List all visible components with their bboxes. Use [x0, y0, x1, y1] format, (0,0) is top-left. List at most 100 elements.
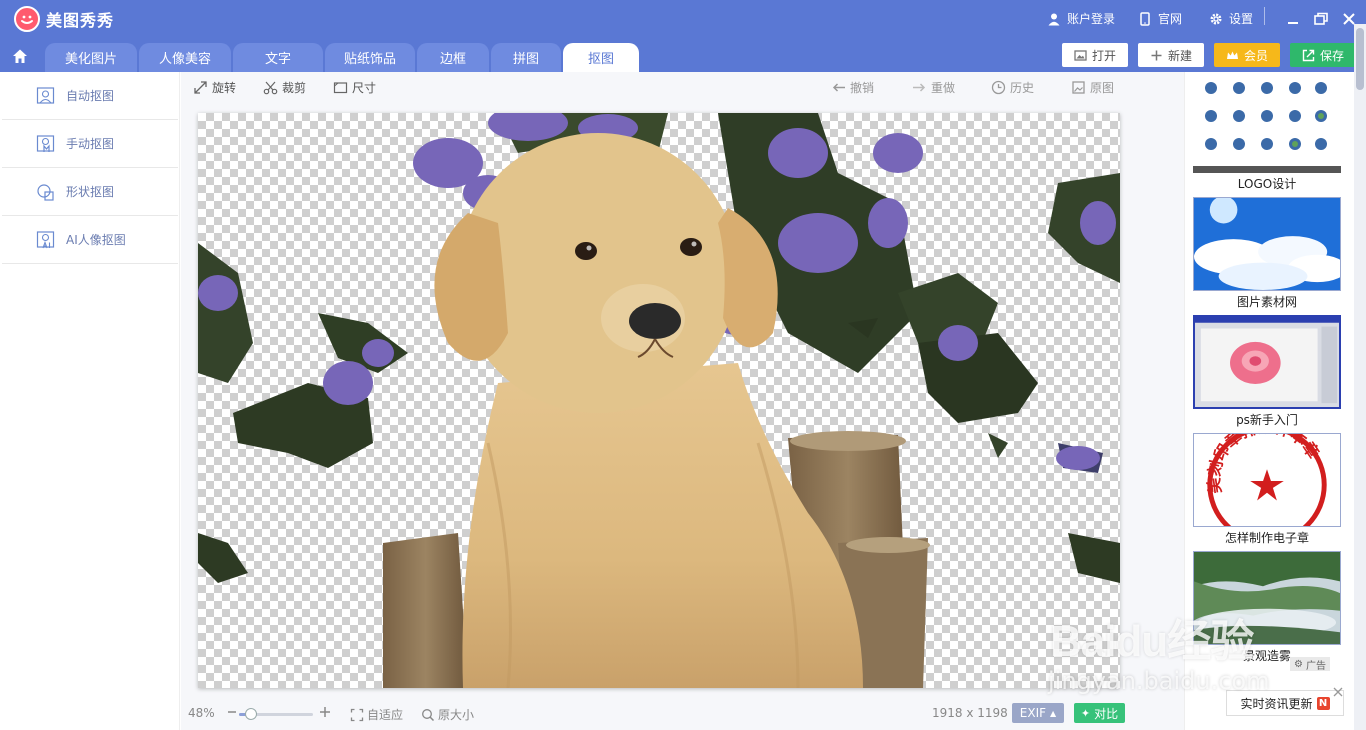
fit-label: 自适应	[367, 708, 404, 722]
restore-icon	[1314, 12, 1328, 25]
logo-grid-image	[1193, 76, 1341, 173]
zoom-slider[interactable]	[239, 708, 313, 720]
account-login-label: 账户登录	[1067, 12, 1116, 26]
minimize-button[interactable]	[1282, 8, 1304, 30]
actual-size-button[interactable]: 原大小	[421, 706, 474, 723]
title-bar: 美图秀秀 账户登录 官网 设置	[0, 0, 1366, 40]
rotate-icon	[194, 81, 207, 94]
caret-up-icon: ▲	[1050, 708, 1057, 718]
undo-label: 撤销	[850, 81, 875, 95]
cutout-image-canvas[interactable]	[198, 113, 1120, 688]
toast-close-button[interactable]	[1332, 686, 1344, 698]
app-title: 美图秀秀	[46, 11, 115, 30]
ad-gear-icon: ⚙	[1294, 658, 1303, 670]
tab-collage[interactable]: 拼图	[491, 43, 561, 72]
history-label: 历史	[1010, 81, 1035, 95]
size-label: 尺寸	[352, 81, 377, 95]
clock-icon	[991, 80, 1006, 95]
scrollbar-thumb[interactable]	[1356, 28, 1364, 90]
promo-label: 怎样制作电子章	[1224, 531, 1309, 545]
manual-cutout-label: 手动抠图	[66, 137, 115, 151]
tab-cutout[interactable]: 抠图	[563, 43, 639, 72]
shape-cutout-item[interactable]: 形状抠图	[2, 168, 178, 216]
export-icon	[1302, 49, 1315, 61]
zoom-slider-thumb[interactable]	[244, 708, 257, 720]
compare-button[interactable]: ✦ 对比	[1074, 703, 1125, 723]
redo-button[interactable]: 重做	[912, 79, 955, 96]
maximize-button[interactable]	[1310, 8, 1332, 30]
cutout-mode-panel: 自动抠图 手动抠图 形状抠图 AI人像抠图	[0, 72, 180, 730]
home-tab[interactable]	[0, 40, 40, 72]
promo-image-materials[interactable]: 图片素材网	[1193, 197, 1341, 310]
official-site-label: 官网	[1158, 12, 1183, 26]
tab-text[interactable]: 文字	[233, 43, 323, 72]
crop-button[interactable]: 裁剪	[263, 79, 306, 96]
canvas-area	[181, 104, 1184, 700]
promo-fog-landscape[interactable]: 景观造雾	[1193, 551, 1341, 664]
status-bar: 48% 自适应 原大小 1918 x 1198 EXIF ▲ ✦ 对比	[181, 700, 1184, 730]
minimize-icon	[1288, 22, 1298, 24]
ad-label: 广告	[1305, 660, 1326, 672]
exif-button[interactable]: EXIF ▲	[1012, 703, 1064, 723]
new-badge: N	[1316, 696, 1330, 710]
window-scrollbar[interactable]	[1354, 24, 1366, 730]
manual-cutout-item[interactable]: 手动抠图	[2, 120, 178, 168]
ad-badge[interactable]: ⚙ 广告	[1290, 657, 1330, 672]
original-button[interactable]: 原图	[1071, 79, 1114, 96]
exif-label: EXIF	[1019, 706, 1047, 720]
fit-screen-icon	[350, 708, 364, 721]
minus-icon	[228, 711, 236, 713]
vip-label: 会员	[1243, 48, 1268, 63]
ai-portrait-cutout-item[interactable]: AI人像抠图	[2, 216, 178, 264]
tab-stickers[interactable]: 贴纸饰品	[325, 43, 415, 72]
promo-label: LOGO设计	[1237, 177, 1297, 191]
history-button[interactable]: 历史	[991, 79, 1034, 96]
promo-label: 图片素材网	[1236, 295, 1297, 309]
tab-portrait[interactable]: 人像美容	[139, 43, 231, 72]
news-toast[interactable]: 实时资讯更新 N	[1226, 690, 1344, 716]
fog-landscape-image	[1193, 551, 1341, 645]
official-site-link[interactable]: 官网	[1138, 10, 1182, 27]
plus-icon	[1151, 50, 1162, 60]
crown-icon	[1226, 51, 1238, 59]
tab-border[interactable]: 边框	[417, 43, 489, 72]
zoom-out-button[interactable]	[225, 705, 242, 719]
auto-cutout-item[interactable]: 自动抠图	[2, 72, 178, 120]
rotate-button[interactable]: 旋转	[193, 79, 236, 96]
save-button[interactable]: 保存	[1290, 43, 1356, 67]
compare-label: 对比	[1094, 706, 1119, 721]
auto-cutout-icon	[36, 86, 55, 104]
new-label: 新建	[1167, 48, 1192, 63]
user-icon	[1048, 13, 1060, 25]
magnifier-icon	[422, 708, 435, 721]
original-label: 原图	[1090, 81, 1115, 95]
promo-sidebar: LOGO设计 图片素材网 ps新手入门 美刻印章 本章 怎样制作电子章 景观造雾	[1184, 72, 1354, 730]
open-button[interactable]: 打开	[1062, 43, 1128, 67]
ai-portrait-cutout-label: AI人像抠图	[66, 233, 126, 247]
promo-ps-beginner[interactable]: ps新手入门	[1193, 315, 1341, 428]
size-button[interactable]: 尺寸	[333, 79, 376, 96]
account-login-link[interactable]: 账户登录	[1047, 10, 1115, 27]
image-dimensions: 1918 x 1198	[932, 706, 1008, 720]
plus-icon	[320, 707, 330, 717]
tab-bar: 美化图片 人像美容 文字 贴纸饰品 边框 拼图 抠图 打开 新建 会员 保存	[0, 40, 1366, 72]
new-button[interactable]: 新建	[1138, 43, 1204, 67]
image-icon	[1074, 49, 1087, 61]
undo-button[interactable]: 撤销	[831, 79, 874, 96]
zoom-in-button[interactable]	[318, 705, 335, 719]
manual-cutout-icon	[36, 134, 55, 152]
shape-cutout-icon	[37, 183, 54, 201]
promo-logo-design[interactable]: LOGO设计	[1193, 76, 1341, 192]
fit-button[interactable]: 自适应	[350, 706, 403, 723]
promo-e-seal[interactable]: 美刻印章排版样本章 怎样制作电子章	[1193, 433, 1341, 546]
vip-button[interactable]: 会员	[1214, 43, 1280, 67]
settings-link[interactable]: 设置	[1209, 10, 1253, 27]
app-logo-group: 美图秀秀	[14, 6, 114, 32]
tab-beautify[interactable]: 美化图片	[45, 43, 137, 72]
home-icon	[13, 49, 27, 63]
open-label: 打开	[1091, 48, 1116, 63]
scissors-icon	[263, 81, 278, 95]
save-label: 保存	[1319, 48, 1344, 63]
sky-cloud-image	[1193, 197, 1341, 291]
puppy-cutout-image	[198, 113, 1120, 688]
